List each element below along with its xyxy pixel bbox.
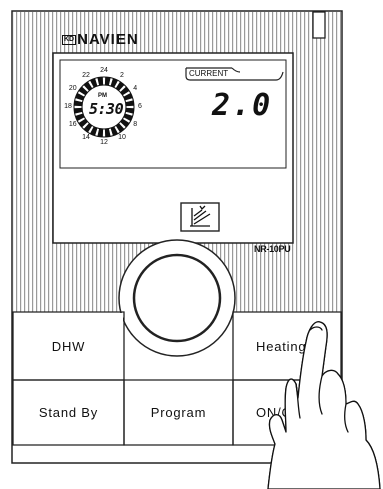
clock-hour-label: 18 <box>64 103 72 110</box>
onoff-button[interactable]: ON/OFF <box>234 381 340 444</box>
clock-hour-label: 10 <box>118 134 126 142</box>
model-number: NR-10PU <box>254 244 291 254</box>
status-led <box>312 11 326 39</box>
brand-prefix: KD <box>62 34 77 45</box>
clock-hour-label: 2 <box>120 71 124 79</box>
clock-hour-label: 8 <box>133 121 138 128</box>
heating-button[interactable]: Heating <box>234 313 340 379</box>
current-label: CURRENT <box>189 69 229 78</box>
program-button-label: Program <box>150 405 207 420</box>
standby-button[interactable]: Stand By <box>14 381 123 444</box>
clock-time: 5:30 <box>89 100 124 118</box>
clock-hour-label: 12 <box>100 139 108 146</box>
standby-button-label: Stand By <box>38 405 99 420</box>
heating-mode-icon <box>180 202 220 232</box>
clock-hour-label: 22 <box>82 71 90 79</box>
clock-hour-label: 14 <box>82 134 90 142</box>
clock-hour-label: 4 <box>133 85 138 92</box>
clock-hour-label: 20 <box>68 85 77 92</box>
dhw-button-label: DHW <box>51 338 86 354</box>
clock-hour-label: 6 <box>138 103 142 110</box>
dhw-button[interactable]: DHW <box>14 313 123 379</box>
period-label: PM <box>98 93 107 99</box>
clock-hour-label: 16 <box>68 121 77 128</box>
brand-logo: KD NAVIEN <box>62 32 139 47</box>
heating-button-label: Heating <box>256 338 307 354</box>
clock-hour-label: 24 <box>100 67 108 74</box>
onoff-button-label: ON/OFF <box>256 405 310 420</box>
program-button[interactable]: Program <box>125 381 232 444</box>
current-value: 2.0 <box>212 88 273 123</box>
brand-name: NAVIEN <box>77 31 139 48</box>
